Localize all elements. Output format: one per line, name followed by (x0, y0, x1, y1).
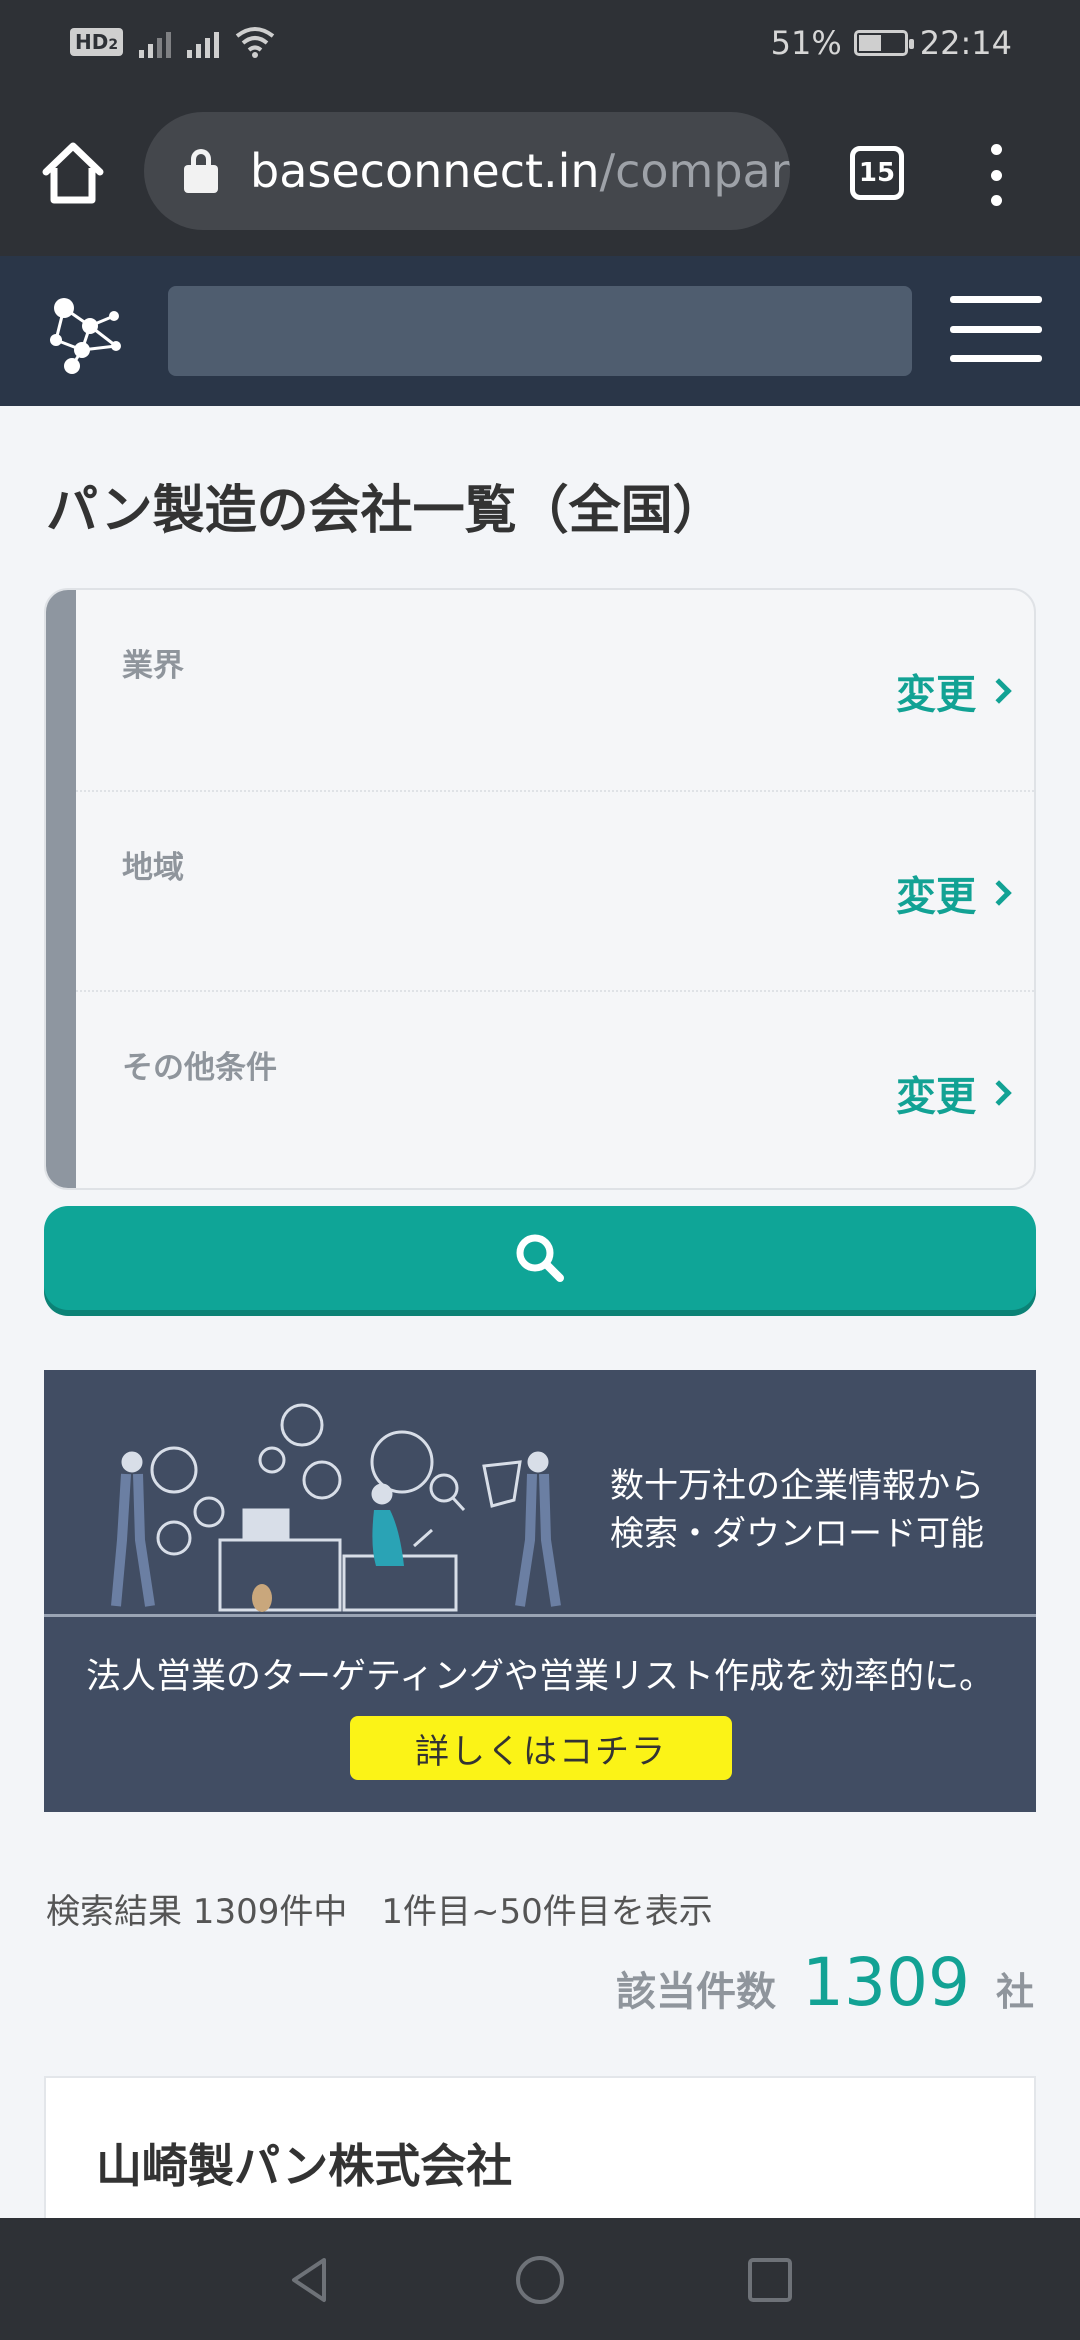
url-text: baseconnect.in/compan (250, 144, 790, 198)
signal-icon-1 (139, 26, 172, 58)
filter-row-region: 地域 変更 (76, 790, 1034, 990)
back-icon[interactable] (280, 2250, 340, 2310)
home-nav-icon[interactable] (510, 2250, 570, 2310)
hd-voice-icon: HD2 (70, 28, 124, 56)
wifi-icon (235, 27, 275, 58)
banner-divider (44, 1614, 1036, 1617)
system-nav-bar (0, 2218, 1080, 2340)
chevron-right-icon (986, 880, 1012, 906)
lock-icon (184, 149, 218, 193)
company-name[interactable]: 山崎製パン株式会社 (96, 2130, 512, 2196)
address-bar[interactable]: baseconnect.in/compan (144, 112, 790, 230)
count-value: 1309 (802, 1944, 970, 2021)
banner-headline-1: 数十万社の企業情報から (610, 1466, 984, 1506)
result-count: 該当件数 1309 社 (616, 1944, 1034, 2021)
chevron-right-icon (986, 678, 1012, 704)
status-icons-right: 51% 22:14 (771, 24, 1012, 62)
change-industry-link[interactable]: 変更 (896, 662, 1012, 720)
search-button[interactable] (44, 1206, 1036, 1310)
tab-count: 15 (858, 158, 896, 188)
status-bar: HD2 51% 22:14 (0, 0, 1080, 92)
page-title: パン製造の会社一覧（全国） (46, 481, 725, 541)
filter-row-industry: 業界 変更 (76, 590, 1034, 790)
chevron-right-icon (986, 1080, 1012, 1106)
status-icons-left: HD2 (70, 26, 275, 58)
signal-icon-2 (187, 26, 220, 58)
count-unit: 社 (995, 1970, 1034, 2014)
battery-percent: 51% (770, 24, 842, 62)
filter-accent-bar (46, 590, 76, 1188)
filter-label-industry: 業界 (122, 648, 184, 684)
site-header (0, 256, 1080, 406)
browser-menu-icon[interactable] (984, 144, 1008, 206)
browser-toolbar: baseconnect.in/compan 15 (0, 92, 1080, 256)
home-icon[interactable] (38, 138, 108, 208)
change-region-link[interactable]: 変更 (896, 864, 1012, 922)
count-label: 該当件数 (616, 1969, 777, 2015)
change-other-conditions-link[interactable]: 変更 (896, 1064, 1012, 1122)
recents-icon[interactable] (740, 2250, 800, 2310)
filter-label-region: 地域 (122, 850, 184, 886)
site-search-input[interactable] (168, 286, 912, 376)
filter-panel: 業界 変更 地域 変更 その他条件 変更 (44, 588, 1036, 1190)
result-summary: 検索結果 1309件中 1件目~50件目を表示 (46, 1892, 713, 1932)
banner-headline-2: 検索・ダウンロード可能 (610, 1514, 984, 1554)
battery-icon (853, 30, 914, 56)
banner-details-button[interactable]: 詳しくはコチラ (350, 1716, 732, 1780)
filter-row-other: その他条件 変更 (76, 990, 1034, 1188)
search-icon (516, 1234, 564, 1282)
banner-tagline: 法人営業のターゲティングや営業リスト作成を効率的に。 (86, 1657, 994, 1697)
tab-switcher-button[interactable]: 15 (850, 146, 904, 200)
hamburger-menu-icon[interactable] (950, 296, 1042, 362)
promo-banner[interactable]: 数十万社の企業情報から 検索・ダウンロード可能 法人営業のターゲティングや営業リ… (44, 1370, 1036, 1812)
clock: 22:14 (919, 24, 1012, 62)
baseconnect-logo[interactable] (42, 288, 132, 378)
filter-label-other: その他条件 (122, 1050, 277, 1086)
